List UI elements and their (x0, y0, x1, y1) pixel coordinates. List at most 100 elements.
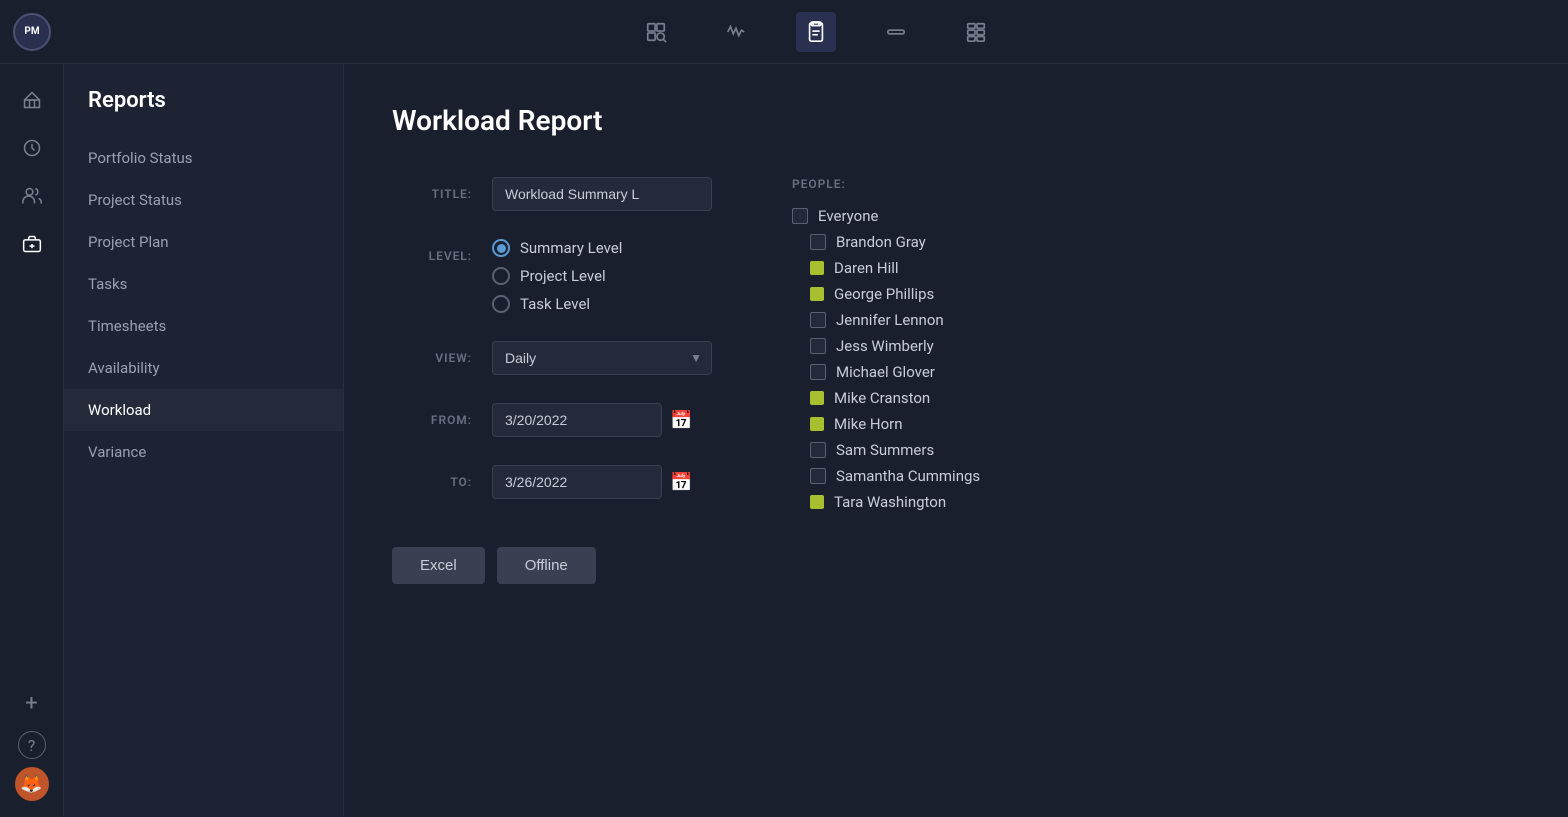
sidebar-item-availability[interactable]: Availability (64, 347, 343, 389)
button-row: Excel Offline (392, 547, 712, 584)
excel-button[interactable]: Excel (392, 547, 485, 584)
pm-logo[interactable]: PM (13, 13, 51, 51)
icon-sidebar: + ? 🦊 (0, 64, 64, 817)
checkbox-jennifer-lennon[interactable]: Jennifer Lennon (792, 311, 980, 329)
offline-button[interactable]: Offline (497, 547, 596, 584)
people-icon[interactable] (12, 176, 52, 216)
checkbox-everyone-box (792, 208, 808, 224)
michael-glover-label: Michael Glover (836, 363, 935, 381)
checkbox-sam-summers[interactable]: Sam Summers (792, 441, 980, 459)
level-project[interactable]: Project Level (492, 267, 712, 285)
level-label: LEVEL: (392, 239, 472, 263)
add-icon[interactable]: + (12, 683, 52, 723)
level-radio-group: Summary Level Project Level Task Level (492, 239, 712, 313)
activity-icon[interactable] (716, 12, 756, 52)
checkbox-everyone[interactable]: Everyone (792, 207, 980, 225)
minus-icon[interactable] (876, 12, 916, 52)
people-list: Everyone Brandon Gray Daren Hill (792, 207, 980, 511)
sam-summers-label: Sam Summers (836, 441, 934, 459)
mike-cranston-color (810, 391, 824, 405)
jennifer-lennon-label: Jennifer Lennon (836, 311, 944, 329)
everyone-label: Everyone (818, 207, 878, 225)
top-nav (64, 12, 1568, 52)
page-title: Workload Report (392, 104, 1520, 137)
level-row: LEVEL: Summary Level Project Level (392, 239, 712, 313)
from-label: FROM: (392, 403, 472, 427)
sidebar-bottom: + ? 🦊 (12, 683, 52, 817)
help-icon[interactable]: ? (18, 731, 46, 759)
reports-title: Reports (64, 88, 343, 137)
to-date-wrapper: 📅 (492, 465, 712, 499)
to-label: TO: (392, 465, 472, 489)
checkbox-george-phillips[interactable]: George Phillips (792, 285, 980, 303)
tara-washington-color (810, 495, 824, 509)
radio-project-circle (492, 267, 510, 285)
title-input[interactable] (492, 177, 712, 211)
mike-horn-label: Mike Horn (834, 415, 903, 433)
main-layout: + ? 🦊 Reports Portfolio Status Project S… (0, 64, 1568, 817)
main-content: Workload Report TITLE: LEVEL: (344, 64, 1568, 817)
title-label: TITLE: (392, 177, 472, 201)
radio-summary-circle (492, 239, 510, 257)
checkbox-samantha-cummings[interactable]: Samantha Cummings (792, 467, 980, 485)
level-task[interactable]: Task Level (492, 295, 712, 313)
daren-hill-label: Daren Hill (834, 259, 899, 277)
checkbox-michael-glover-box (810, 364, 826, 380)
logo-area: PM (0, 13, 64, 51)
sidebar-item-project-plan[interactable]: Project Plan (64, 221, 343, 263)
form-container: TITLE: LEVEL: Summary Level (392, 177, 1520, 584)
form-left: TITLE: LEVEL: Summary Level (392, 177, 712, 584)
jess-wimberly-label: Jess Wimberly (836, 337, 934, 355)
sidebar-item-workload[interactable]: Workload (64, 389, 343, 431)
radio-task-circle (492, 295, 510, 313)
sidebar-item-tasks[interactable]: Tasks (64, 263, 343, 305)
brandon-gray-label: Brandon Gray (836, 233, 926, 251)
level-field: Summary Level Project Level Task Level (492, 239, 712, 313)
checkbox-michael-glover[interactable]: Michael Glover (792, 363, 980, 381)
search-zoom-icon[interactable] (636, 12, 676, 52)
checkbox-daren-hill[interactable]: Daren Hill (792, 259, 980, 277)
sidebar-item-variance[interactable]: Variance (64, 431, 343, 473)
samantha-cummings-label: Samantha Cummings (836, 467, 980, 485)
to-field: 📅 (492, 465, 712, 499)
view-field: Daily Weekly Monthly ▼ (492, 341, 712, 375)
level-summary[interactable]: Summary Level (492, 239, 712, 257)
checkbox-sam-summers-box (810, 442, 826, 458)
user-avatar[interactable]: 🦊 (15, 767, 49, 801)
sidebar-item-timesheets[interactable]: Timesheets (64, 305, 343, 347)
daren-hill-color (810, 261, 824, 275)
people-label: PEOPLE: (792, 177, 980, 191)
from-date-wrapper: 📅 (492, 403, 712, 437)
sidebar-item-project-status[interactable]: Project Status (64, 179, 343, 221)
view-select[interactable]: Daily Weekly Monthly (492, 341, 712, 375)
from-field: 📅 (492, 403, 712, 437)
home-icon[interactable] (12, 80, 52, 120)
layout-icon[interactable] (956, 12, 996, 52)
checkbox-brandon-gray-box (810, 234, 826, 250)
clock-icon[interactable] (12, 128, 52, 168)
to-date-input[interactable] (492, 465, 662, 499)
checkbox-jess-wimberly-box (810, 338, 826, 354)
calendar-to-icon[interactable]: 📅 (670, 472, 692, 493)
checkbox-brandon-gray[interactable]: Brandon Gray (792, 233, 980, 251)
george-phillips-color (810, 287, 824, 301)
briefcase-icon[interactable] (12, 224, 52, 264)
view-label: VIEW: (392, 341, 472, 365)
sidebar-item-portfolio-status[interactable]: Portfolio Status (64, 137, 343, 179)
view-select-wrapper: Daily Weekly Monthly ▼ (492, 341, 712, 375)
checkbox-mike-horn[interactable]: Mike Horn (792, 415, 980, 433)
checkbox-mike-cranston[interactable]: Mike Cranston (792, 389, 980, 407)
tara-washington-label: Tara Washington (834, 493, 946, 511)
to-row: TO: 📅 (392, 465, 712, 499)
from-date-input[interactable] (492, 403, 662, 437)
top-bar: PM (0, 0, 1568, 64)
checkbox-samantha-cummings-box (810, 468, 826, 484)
level-summary-label: Summary Level (520, 239, 622, 257)
people-section: PEOPLE: Everyone Brandon Gray (792, 177, 980, 584)
title-row: TITLE: (392, 177, 712, 211)
checkbox-tara-washington[interactable]: Tara Washington (792, 493, 980, 511)
checkbox-jess-wimberly[interactable]: Jess Wimberly (792, 337, 980, 355)
view-row: VIEW: Daily Weekly Monthly ▼ (392, 341, 712, 375)
clipboard-icon[interactable] (796, 12, 836, 52)
calendar-from-icon[interactable]: 📅 (670, 410, 692, 431)
